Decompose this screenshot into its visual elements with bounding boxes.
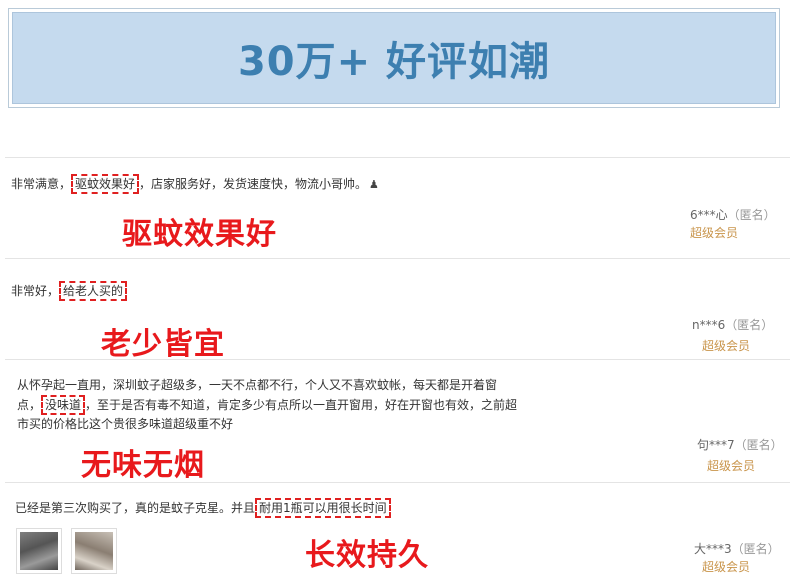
member-level: 超级会员 (707, 459, 756, 473)
review-text-part: ，至于是否有毒不知道，肯定多少有点所以一直开窗用，好在开窗也有效，之前超 (85, 398, 518, 412)
divider (5, 482, 790, 483)
anon-label: （匿名） (734, 438, 783, 452)
review-text-part: 点， (17, 398, 42, 412)
anon-label: （匿名） (731, 542, 780, 556)
review-user[interactable]: 句***7（匿名） (697, 436, 783, 453)
review-text-line: 从怀孕起一直用，深圳蚊子超级多，一天不点都不行，个人又不喜欢蚊帐，每天都是开着窗 (17, 378, 498, 392)
member-level: 超级会员 (690, 226, 739, 240)
member-level: 超级会员 (702, 560, 751, 574)
divider (5, 157, 790, 158)
review-tag: 长效持久 (305, 538, 429, 573)
review-text: 非常满意， 驱蚊效果好 ，店家服务好，发货速度快，物流小哥帅。 ♟ (11, 174, 379, 195)
review-text-part: 非常好， (11, 284, 60, 298)
review-highlight: 给老人买的 (59, 281, 128, 301)
review-photo-thumbnail[interactable] (71, 528, 117, 574)
review-highlight: 没味道 (41, 395, 86, 415)
review-text-part: 非常满意， (11, 177, 72, 191)
anon-label: （匿名） (725, 318, 774, 332)
user-name[interactable]: 6***心 (690, 208, 728, 222)
review-user[interactable]: n***6（匿名） (692, 316, 773, 333)
review-text: 非常好， 给老人买的 (11, 281, 128, 301)
review-user[interactable]: 6***心（匿名） (690, 206, 776, 223)
divider (5, 359, 790, 360)
banner-title: 30万+ 好评如潮 (237, 39, 551, 85)
review-tag: 老少皆宜 (101, 327, 225, 362)
review-user[interactable]: 大***3（匿名） (694, 540, 780, 557)
banner-inner: 30万+ 好评如潮 (12, 12, 776, 104)
review-text: 已经是第三次购买了，真的是蚊子克星。并且 耐用1瓶可以用很长时间 (15, 498, 391, 518)
push-pin-icon: ♟ (369, 178, 379, 191)
user-name[interactable]: 大***3 (694, 542, 732, 556)
photo-image (75, 532, 113, 570)
review-text-line: 市买的价格比这个贵很多味道超级重不好 (17, 417, 234, 431)
review-highlight: 耐用1瓶可以用很长时间 (255, 498, 391, 518)
user-name[interactable]: n***6 (692, 318, 725, 332)
review-tag: 无味无烟 (81, 448, 205, 483)
photo-image (20, 532, 58, 570)
member-level: 超级会员 (702, 339, 751, 353)
user-name[interactable]: 句***7 (697, 438, 735, 452)
review-text-part: 已经是第三次购买了，真的是蚊子克星。并且 (15, 501, 256, 515)
divider (5, 258, 790, 259)
review-highlight: 驱蚊效果好 (71, 174, 140, 194)
review-text-line: 点， 没味道 ，至于是否有毒不知道，肯定多少有点所以一直开窗用，好在开窗也有效，之前… (17, 395, 517, 415)
anon-label: （匿名） (727, 208, 776, 222)
review-text-part: ，店家服务好，发货速度快，物流小哥帅。 (139, 177, 368, 191)
banner: 30万+ 好评如潮 (8, 8, 780, 108)
review-tag: 驱蚊效果好 (122, 217, 277, 252)
review-photo-thumbnail[interactable] (16, 528, 62, 574)
